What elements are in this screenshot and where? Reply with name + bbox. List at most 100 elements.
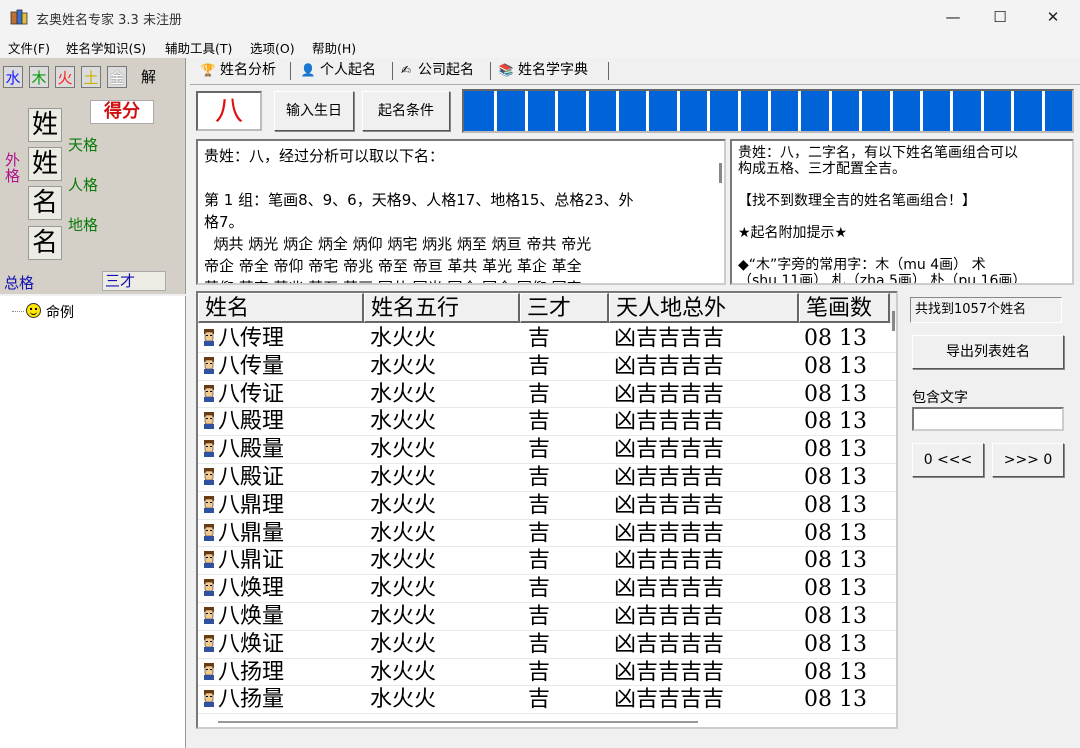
table-row[interactable]: 八殿理 水火火 吉 凶吉吉吉吉 08 13 [198, 408, 896, 437]
col-name[interactable]: 姓名 [198, 293, 364, 323]
person-icon [204, 384, 214, 402]
person-icon [204, 662, 214, 680]
analysis-result-text: 贵姓：八，经过分析可以取以下名： 第 1 组：笔画8、9、6，天格9、人格17、… [196, 139, 726, 285]
tree-connector [12, 311, 24, 312]
tab-personal-naming[interactable]: 👤 个人起名 [294, 58, 376, 84]
cell-wuxing: 水火火 [370, 603, 437, 629]
personal-naming-pane: 八 输入生日 起名条件 贵姓：八，经过分析可以取以下名： 第 1 组：笔画8、9… [190, 84, 1080, 748]
menu-options[interactable]: 选项(O) [250, 38, 295, 57]
naming-conditions-button[interactable]: 起名条件 [362, 91, 450, 131]
element-fire-button[interactable]: 火 [55, 66, 75, 88]
books-icon: 📚 [498, 63, 514, 77]
table-row[interactable]: 八殿证 水火火 吉 凶吉吉吉吉 08 13 [198, 464, 896, 492]
menu-tools[interactable]: 辅助工具(T) [165, 38, 232, 57]
table-row[interactable]: 八鼎量 水火火 吉 凶吉吉吉吉 08 13 [198, 520, 896, 548]
cell-sancai: 吉 [528, 631, 551, 657]
cell-wuxing: 水火火 [370, 437, 437, 463]
tab-name-analysis[interactable]: 🏆 姓名分析 [194, 58, 276, 84]
zong-ge-label: 总格 [4, 274, 35, 292]
di-ge-label: 地格 [68, 216, 99, 234]
tab-dictionary[interactable]: 📚 姓名学字典 [492, 58, 588, 84]
company-icon: ✍ [400, 63, 412, 77]
cell-name: 八焕证 [218, 631, 285, 657]
cell-strokes: 08 13 [804, 631, 867, 657]
surname-display[interactable]: 八 [196, 91, 262, 131]
table-row[interactable]: 八焕理 水火火 吉 凶吉吉吉吉 08 13 [198, 575, 896, 603]
minimize-button[interactable]: — [930, 0, 976, 34]
menu-knowledge[interactable]: 姓名学知识(S) [66, 38, 146, 57]
cell-wuge: 凶吉吉吉吉 [614, 464, 725, 490]
person-icon [204, 412, 214, 430]
progress-bar [462, 89, 1074, 133]
tab-label: 姓名分析 [220, 62, 276, 78]
cell-wuge: 凶吉吉吉吉 [614, 409, 725, 435]
table-row[interactable]: 八焕证 水火火 吉 凶吉吉吉吉 08 13 [198, 631, 896, 659]
title-bar: 玄奥姓名专家 3.3 未注册 — ☐ ✕ [0, 0, 1080, 34]
progress-segment-gap [1042, 91, 1045, 131]
close-button[interactable]: ✕ [1030, 0, 1076, 34]
next-page-button[interactable]: >>> 0 [992, 443, 1064, 477]
table-row[interactable]: 八焕量 水火火 吉 凶吉吉吉吉 08 13 [198, 603, 896, 631]
tab-company-naming[interactable]: ✍ 公司起名 [392, 58, 474, 84]
table-row[interactable]: 八鼎理 水火火 吉 凶吉吉吉吉 08 13 [198, 492, 896, 520]
element-metal-button[interactable]: 金 [107, 66, 127, 88]
table-row[interactable]: 八殿量 水火火 吉 凶吉吉吉吉 08 13 [198, 436, 896, 464]
tab-bar: 🏆 姓名分析 👤 个人起名 ✍ 公司起名 📚 姓名学字典 [190, 58, 1080, 84]
contains-text-input[interactable] [912, 407, 1064, 431]
element-earth-button[interactable]: 土 [81, 66, 101, 88]
cell-strokes: 08 13 [804, 464, 867, 490]
cell-sancai: 吉 [528, 353, 551, 379]
tab-label: 姓名学字典 [518, 62, 588, 78]
export-list-button[interactable]: 导出列表姓名 [912, 335, 1064, 369]
table-row[interactable]: 八鼎证 水火火 吉 凶吉吉吉吉 08 13 [198, 547, 896, 576]
cell-wuge: 凶吉吉吉吉 [614, 576, 725, 602]
col-wuge[interactable]: 天人地总外 [609, 293, 799, 323]
table-row[interactable]: 八传证 水火火 吉 凶吉吉吉吉 08 13 [198, 381, 896, 409]
cell-sancai: 吉 [528, 520, 551, 546]
maximize-button[interactable]: ☐ [977, 0, 1023, 34]
menu-file[interactable]: 文件(F) [8, 38, 50, 57]
col-sancai[interactable]: 三才 [520, 293, 609, 323]
text-line: 炳共 炳光 炳企 炳全 炳仰 炳宅 炳兆 炳至 炳亘 帝共 帝光 [204, 235, 592, 253]
prev-page-button[interactable]: 0 <<< [912, 443, 984, 477]
col-wuxing[interactable]: 姓名五行 [364, 293, 520, 323]
scroll-thumb[interactable] [719, 163, 722, 183]
col-strokes[interactable]: 笔画数 [799, 293, 890, 323]
cell-sancai: 吉 [528, 492, 551, 518]
tian-ge-label: 天格 [68, 136, 99, 154]
names-table[interactable]: 姓名 姓名五行 三才 天人地总外 笔画数 八传理 水火火吉凶吉吉吉吉 08 13 八传… [196, 291, 898, 729]
table-row[interactable]: 八扬量 水火火 吉 凶吉吉吉吉 08 13 [198, 686, 896, 715]
progress-segment-gap [890, 91, 893, 131]
cell-wuxing: 水火火 [370, 464, 437, 490]
text-line [204, 167, 708, 189]
cell-wuge: 凶吉吉吉吉 [614, 326, 725, 351]
cell-sancai: 吉 [528, 548, 551, 574]
cell-name: 八殿理 [218, 409, 285, 435]
cell-name: 八殿量 [218, 437, 285, 463]
table-scroll-thumb[interactable] [892, 311, 895, 331]
text-line [738, 209, 1056, 225]
table-row[interactable]: 八传量 水火火 吉 凶吉吉吉吉 08 13 [198, 353, 896, 381]
table-row[interactable]: 八扬理 水火火 吉 凶吉吉吉吉 08 13 [198, 659, 896, 687]
person-icon: 👤 [300, 63, 316, 77]
table-hscroll[interactable] [218, 721, 698, 723]
cell-name: 八鼎证 [218, 548, 285, 574]
cell-name: 八扬量 [218, 687, 285, 713]
person-icon [204, 690, 214, 708]
explain-button[interactable]: 解 [141, 66, 159, 88]
cell-strokes: 08 13 [804, 548, 867, 574]
cell-name: 八殿证 [218, 464, 285, 490]
progress-segment-gap [525, 91, 528, 131]
element-wood-button[interactable]: 木 [29, 66, 49, 88]
table-row[interactable]: 八传理 水火火 吉 凶吉吉吉吉 08 13 [198, 325, 896, 353]
input-birthday-button[interactable]: 输入生日 [274, 91, 354, 131]
cell-wuge: 凶吉吉吉吉 [614, 437, 725, 463]
cell-wuge: 凶吉吉吉吉 [614, 520, 725, 546]
element-water-button[interactable]: 水 [3, 66, 23, 88]
tree-item-cases[interactable]: 命例 [46, 302, 74, 322]
tab-label: 公司起名 [418, 62, 474, 78]
menu-help[interactable]: 帮助(H) [312, 38, 356, 57]
person-icon [204, 329, 214, 346]
cell-name: 八鼎量 [218, 520, 285, 546]
cell-wuxing: 水火火 [370, 659, 437, 685]
